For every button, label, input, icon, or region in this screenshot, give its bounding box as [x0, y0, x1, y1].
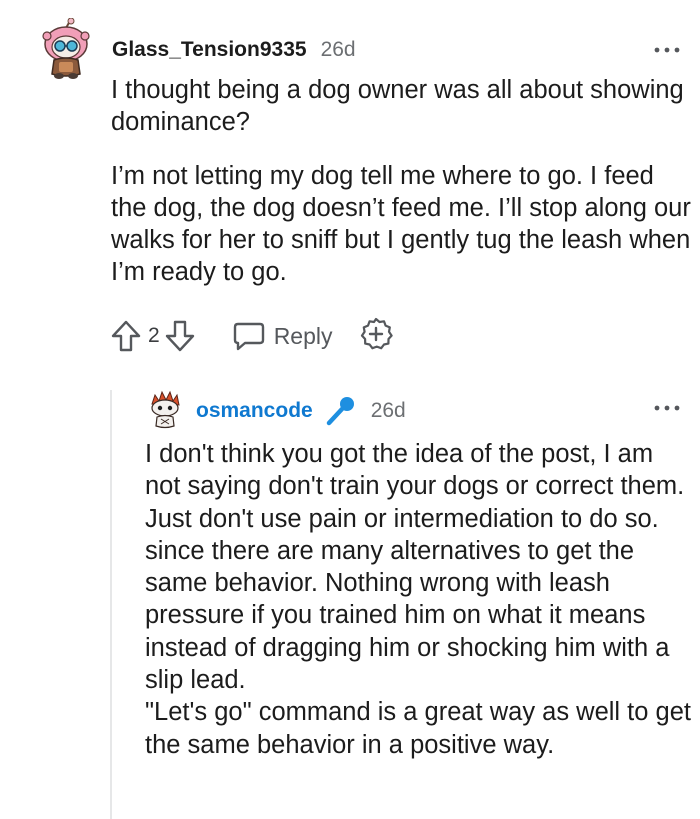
- vote-score: 2: [148, 324, 160, 347]
- reply-paragraph: "Let's go" command is a great way as wel…: [145, 698, 691, 759]
- downvote-button[interactable]: [164, 319, 196, 353]
- award-button[interactable]: [333, 317, 393, 356]
- reply-button[interactable]: Reply: [232, 320, 333, 352]
- reply-username[interactable]: osmancode: [196, 399, 313, 423]
- snoo-avatar-icon: [151, 390, 180, 429]
- reply-body: I don't think you got the idea of the po…: [145, 438, 693, 761]
- thread-line[interactable]: [110, 390, 112, 819]
- comment-paragraph: I’m not letting my dog tell me where to …: [111, 162, 691, 286]
- reply-more-options-button[interactable]: [652, 398, 682, 418]
- comment-actions: 2 Reply: [110, 317, 393, 356]
- snoo-avatar-icon: [42, 17, 90, 79]
- downvote-arrow-icon: [165, 320, 194, 352]
- reply-user-avatar[interactable]: [148, 390, 182, 430]
- username[interactable]: Glass_Tension9335: [112, 38, 307, 62]
- upvote-arrow-icon: [111, 320, 141, 352]
- reply-bubble-icon: [233, 322, 264, 351]
- comment-paragraph: I thought being a dog owner was all abou…: [111, 76, 684, 136]
- comment-age: 26d: [320, 38, 356, 61]
- upvote-button[interactable]: [110, 319, 142, 353]
- more-options-button[interactable]: [652, 40, 682, 60]
- comment-body: I thought being a dog owner was all abou…: [111, 74, 691, 288]
- more-options-icon: [654, 47, 680, 53]
- reply-paragraph: I don't think you got the idea of the po…: [145, 440, 685, 695]
- microphone-icon: [326, 397, 354, 426]
- reply-label: Reply: [273, 322, 333, 349]
- user-avatar[interactable]: [37, 17, 95, 80]
- reply-meta: osmancode 26d: [196, 396, 406, 426]
- reply-age: 26d: [370, 399, 406, 422]
- comment-meta: Glass_Tension9335 26d: [112, 36, 356, 64]
- more-options-icon: [654, 405, 680, 411]
- award-plus-icon: [360, 317, 393, 349]
